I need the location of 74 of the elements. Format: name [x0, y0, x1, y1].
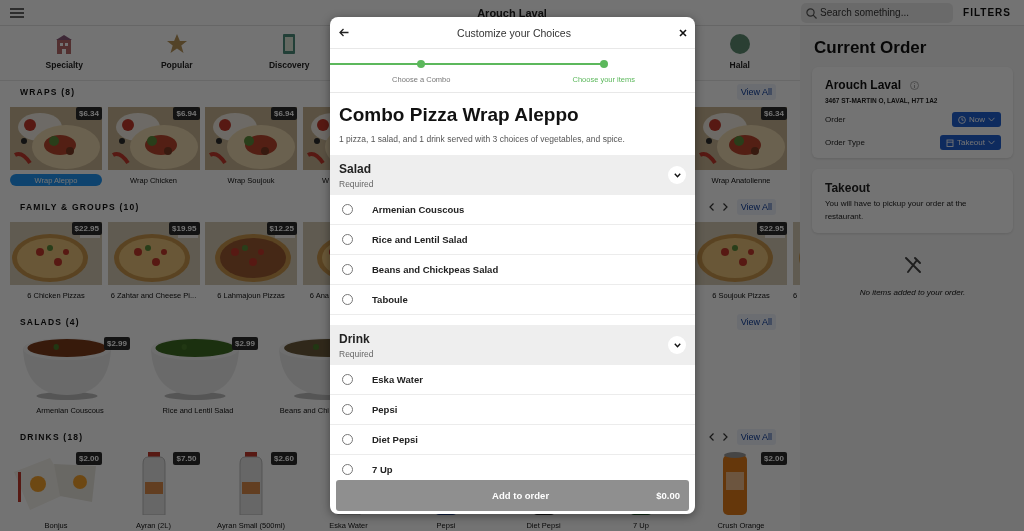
category-tab[interactable]: Popular	[120, 26, 233, 80]
view-all-button[interactable]: View All	[736, 314, 776, 330]
view-all-button[interactable]: View All	[736, 429, 776, 445]
price-tag: $6.34	[75, 107, 102, 120]
price-tag: $2.00	[760, 452, 787, 465]
mode-title: Takeout	[825, 181, 872, 195]
step-dot	[599, 60, 608, 68]
empty-message: No items added to your order.	[859, 288, 966, 297]
section-title: WRAPS (8)	[20, 87, 76, 97]
dropdown-button[interactable]: Now	[952, 112, 1001, 127]
price-tag: $2.60	[270, 452, 297, 465]
field-label: Order Type	[825, 138, 865, 147]
price-tag: $2.99	[231, 337, 258, 350]
dialog-title: Customize your Choices	[456, 26, 572, 39]
required-note: Required	[339, 348, 375, 359]
chevron-left-icon[interactable]	[708, 433, 714, 441]
clock-icon	[958, 115, 966, 124]
store-title: Arouch Laval	[477, 6, 547, 19]
view-all-button[interactable]: View All	[736, 84, 776, 100]
option-label: Beans and Chickpeas Salad	[372, 264, 499, 275]
chevron-down-icon	[673, 172, 681, 178]
chevron-down-icon	[673, 342, 681, 348]
option-label: Armenian Couscous	[372, 204, 465, 215]
section-title: FAMILY & GROUPS (10)	[20, 202, 140, 212]
category-tab[interactable]: Specialty	[8, 26, 121, 80]
product-description: 1 pizza, 1 salad, and 1 drink served with 3 choices of vegetables, and spice.	[339, 133, 626, 146]
price-tag: $6.94	[270, 107, 297, 120]
info-icon[interactable]	[910, 80, 920, 90]
caret-icon	[988, 140, 995, 145]
price-tag: $7.50	[173, 452, 200, 465]
product-name: Combo Pizza Wrap Aleppo	[339, 103, 580, 127]
close-icon[interactable]	[679, 28, 687, 37]
price-tag: $12.25	[266, 222, 297, 235]
price-tag: $19.95	[169, 222, 200, 235]
group-header[interactable]: Salad Required	[330, 155, 695, 195]
option-label: Diet Pepsi	[372, 434, 418, 445]
field-label: Order	[825, 115, 846, 124]
panel-title: Current Order	[814, 38, 928, 58]
option-label: Pepsi	[372, 404, 398, 415]
option-label: Rice and Lentil Salad	[372, 234, 468, 245]
price-tag: $22.95	[756, 222, 787, 235]
round-icon	[728, 33, 751, 55]
price-tag: $2.00	[75, 452, 102, 465]
expand-button[interactable]	[668, 336, 686, 354]
bag-icon	[945, 138, 954, 147]
search-field[interactable]: Search something...	[801, 2, 954, 23]
menu-icon[interactable]	[10, 7, 24, 18]
price-tag: $2.99	[103, 337, 130, 350]
chevron-left-icon[interactable]	[708, 203, 714, 211]
group-header[interactable]: Drink Required	[330, 325, 695, 365]
option-label: Taboule	[372, 294, 408, 305]
step-dot	[417, 60, 426, 68]
mode-description: You will have to pickup your order at the restaurant.	[825, 198, 968, 223]
price-tag: $6.34	[760, 107, 787, 120]
filters-button[interactable]: FILTERS	[963, 7, 1011, 18]
caret-icon	[988, 117, 995, 122]
back-arrow-icon[interactable]	[339, 28, 349, 37]
option-label: 7 Up	[372, 464, 393, 475]
utensils-icon	[902, 255, 923, 275]
price-tag: $22.95	[71, 222, 102, 235]
option-label: Eska Water	[372, 374, 423, 385]
group-name: Drink	[339, 331, 371, 346]
star-icon	[165, 33, 188, 55]
section-title: SALADS (4)	[20, 317, 80, 327]
chevron-right-icon[interactable]	[722, 433, 728, 441]
dropdown-button[interactable]: Takeout	[939, 135, 1001, 150]
price-tag: $6.94	[173, 107, 200, 120]
chevron-right-icon[interactable]	[722, 203, 728, 211]
store-name: Arouch Laval	[825, 78, 902, 92]
view-all-button[interactable]: View All	[736, 199, 776, 215]
expand-button[interactable]	[668, 166, 686, 184]
section-title: DRINKS (18)	[20, 432, 84, 442]
group-name: Salad	[339, 161, 372, 176]
required-note: Required	[339, 178, 375, 189]
